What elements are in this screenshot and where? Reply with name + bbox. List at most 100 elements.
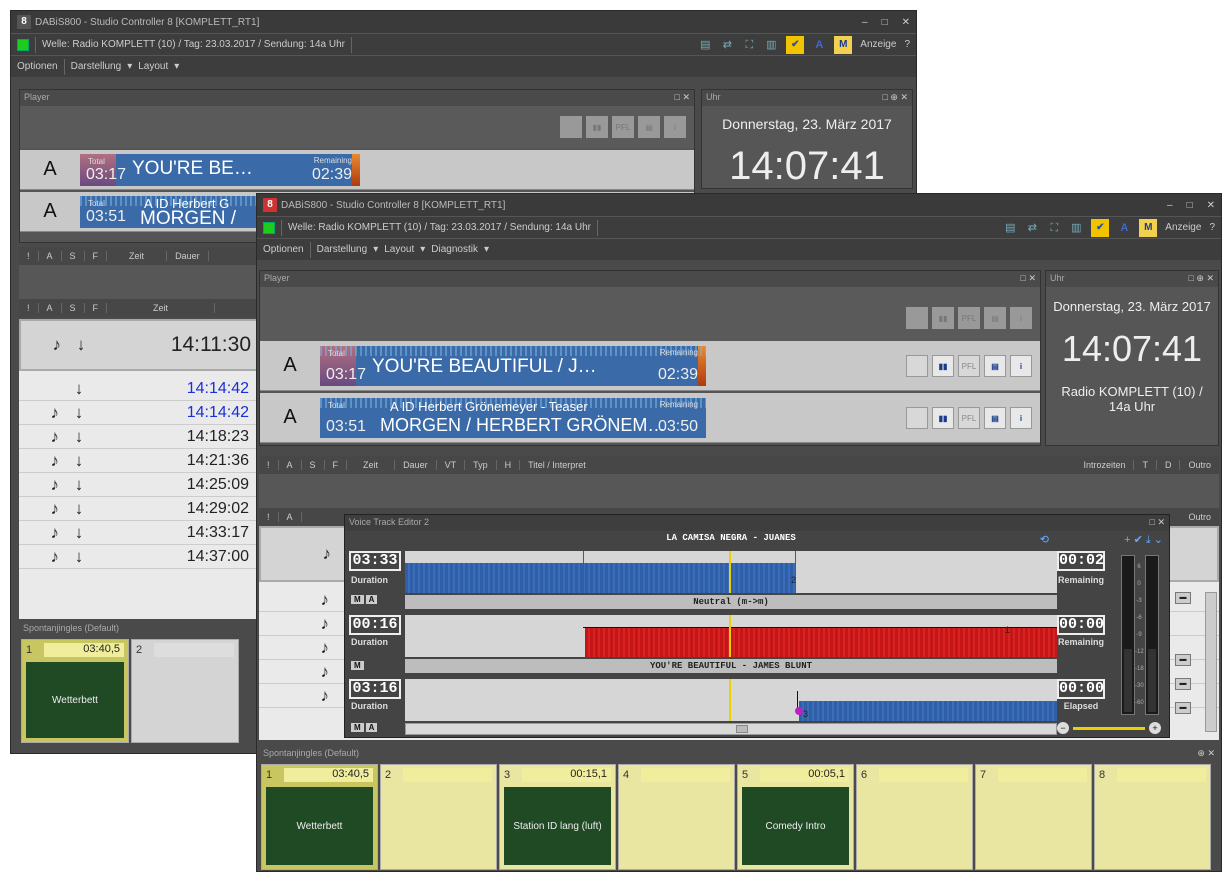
player-1-pfl-button[interactable]: PFL — [958, 354, 980, 377]
jingle-cell[interactable]: 1 03:40,5 Wetterbett — [261, 764, 378, 870]
front-player-row-2[interactable]: A Total 03:51 A ID Herbert Grönemeyer - … — [260, 393, 1040, 443]
table-row[interactable]: ♪ ↓ 14:21:36 — [19, 449, 259, 473]
jingle-cell[interactable]: 5 00:05,1 Comedy Intro — [737, 764, 854, 870]
table-row[interactable]: ♪ ↓ 14:33:17 — [19, 521, 259, 545]
menu-layout[interactable]: Layout — [138, 61, 168, 72]
player-2-list-button[interactable]: ▤ — [984, 406, 1006, 429]
player-1-list-button[interactable]: ▤ — [984, 354, 1006, 377]
close-icon[interactable]: ✕ — [902, 17, 910, 28]
back-time: 14:07:41 — [729, 144, 885, 188]
player-2-stop-button[interactable] — [906, 406, 928, 429]
anzeige-menu[interactable]: Anzeige — [860, 39, 896, 50]
player-1-info-button[interactable]: i — [1010, 354, 1032, 377]
vte-toolbar-icons[interactable]: + ✔ ⤓ ⌄ — [1124, 533, 1163, 547]
on-air-indicator[interactable] — [17, 38, 29, 51]
menu-darstellung[interactable]: Darstellung — [317, 244, 368, 255]
auto-button[interactable]: A — [365, 723, 378, 732]
window-controls: – □ ✕ — [1167, 200, 1215, 211]
row-action-button[interactable]: ▬ — [1175, 654, 1191, 666]
auto-icon[interactable]: A — [1117, 221, 1131, 235]
menu-diagnostik[interactable]: Diagnostik — [431, 244, 478, 255]
list-icon[interactable]: ▤ — [698, 38, 712, 52]
vertical-scrollbar[interactable] — [1205, 592, 1217, 732]
table-row[interactable]: ♪ ↓ 14:25:09 — [19, 473, 259, 497]
back-jingle-label: Spontanjingles (Default) — [19, 621, 259, 637]
vte-track-2-waveform[interactable]: 1 — [405, 615, 1057, 657]
vte-track-2-duration: 00:16 — [349, 615, 401, 635]
manual-icon[interactable]: M — [1139, 218, 1158, 237]
horizontal-scrollbar[interactable] — [405, 723, 1057, 735]
vte-track-3-waveform[interactable]: 3 — [405, 679, 1057, 721]
jingle-cell[interactable]: 7 — [975, 764, 1092, 870]
zoom-in-icon[interactable]: + — [1149, 722, 1161, 734]
menu-optionen[interactable]: Optionen — [17, 61, 58, 72]
big-row[interactable]: ♪ ↓ 14:11:30 — [19, 319, 259, 371]
help-menu[interactable]: ? — [1209, 222, 1215, 233]
check-icon[interactable]: ✔ — [1091, 218, 1110, 237]
mute-button[interactable]: M — [351, 661, 364, 670]
jingle-cell[interactable]: 1 03:40,5 Wetterbett — [21, 639, 129, 743]
vte-track-1-waveform[interactable]: 2 — [405, 551, 1057, 593]
minimize-icon[interactable]: – — [1167, 200, 1173, 211]
back-player-row-1[interactable]: A Total 03:17 YOU'RE BE… Remaining 02:39 — [20, 150, 694, 190]
front-player-row-1[interactable]: A Total 03:17 YOU'RE BEAUTIFUL / J… Rema… — [260, 341, 1040, 391]
player-2-info-button[interactable]: i — [1010, 406, 1032, 429]
menu-layout[interactable]: Layout — [384, 244, 414, 255]
back-menu-bar: Optionen Darstellung ▾ Layout ▾ — [11, 55, 916, 77]
mute-button[interactable]: M — [351, 595, 364, 604]
jingle-cell[interactable]: 6 — [856, 764, 973, 870]
vte-close-icon[interactable]: □ ✕ — [1150, 517, 1165, 529]
level-meter-left — [1121, 555, 1135, 715]
help-menu[interactable]: ? — [904, 39, 910, 50]
level-meter-right — [1145, 555, 1159, 715]
jingle-cell[interactable]: 3 00:15,1 Station ID lang (luft) — [499, 764, 616, 870]
jingle-cell[interactable]: 2 — [380, 764, 497, 870]
trash-icon[interactable]: ▥ — [764, 38, 778, 52]
mute-button[interactable]: M — [351, 723, 364, 732]
trash-icon[interactable]: ▥ — [1069, 221, 1083, 235]
network-icon[interactable]: ⛶ — [742, 38, 756, 52]
auto-button[interactable]: A — [365, 595, 378, 604]
back-playlist: ♪ ↓ 14:11:30 ↓ 14:14:42 ♪ ↓ 14:14:42 ♪ ↓ 14:18:… — [19, 319, 259, 619]
table-row[interactable]: ↓ 14:14:42 — [19, 377, 259, 401]
table-row[interactable]: ♪ ↓ 14:29:02 — [19, 497, 259, 521]
auto-icon[interactable]: A — [812, 38, 826, 52]
menu-darstellung[interactable]: Darstellung — [71, 61, 122, 72]
network-icon[interactable]: ⛶ — [1047, 221, 1061, 235]
player-2-pfl-button[interactable]: PFL — [958, 406, 980, 429]
on-air-indicator[interactable] — [263, 221, 275, 234]
vte-track-3-duration: 03:16 — [349, 679, 401, 699]
menu-optionen[interactable]: Optionen — [263, 244, 304, 255]
list-icon[interactable]: ▤ — [1003, 221, 1017, 235]
front-titlebar: 8 DABiS800 - Studio Controller 8 [KOMPLE… — [257, 194, 1221, 216]
app-logo-icon: 8 — [17, 15, 31, 29]
maximize-icon[interactable]: □ — [882, 17, 888, 28]
check-icon[interactable]: ✔ — [786, 35, 805, 54]
player-2-pause-button[interactable]: ▮▮ — [932, 406, 954, 429]
player-1-stop-button[interactable] — [906, 354, 928, 377]
zoom-out-icon[interactable]: − — [1057, 722, 1069, 734]
front-status-bar: Welle: Radio KOMPLETT (10) / Tag: 23.03.… — [257, 216, 1221, 238]
manual-icon[interactable]: M — [834, 35, 853, 54]
transfer-icon[interactable]: ⇄ — [720, 38, 734, 52]
row-action-button[interactable]: ▬ — [1175, 592, 1191, 604]
back-date: Donnerstag, 23. März 2017 — [722, 116, 892, 132]
jingle-cell[interactable]: 4 — [618, 764, 735, 870]
anzeige-menu[interactable]: Anzeige — [1165, 222, 1201, 233]
jingle-cell[interactable]: 8 — [1094, 764, 1211, 870]
transfer-icon[interactable]: ⇄ — [1025, 221, 1039, 235]
maximize-icon[interactable]: □ — [1187, 200, 1193, 211]
minimize-icon[interactable]: – — [862, 17, 868, 28]
close-icon[interactable]: ✕ — [1207, 200, 1215, 211]
row-action-button[interactable]: ▬ — [1175, 678, 1191, 690]
player-1-pause-button[interactable]: ▮▮ — [932, 354, 954, 377]
table-row[interactable]: ♪ ↓ 14:14:42 — [19, 401, 259, 425]
welle-info: Welle: Radio KOMPLETT (10) / Tag: 23.03.… — [288, 222, 591, 233]
table-row[interactable]: ♪ ↓ 14:18:23 — [19, 425, 259, 449]
front-grid-head-1: ! A S F Zeit Dauer VT Typ H Titel / Interpret Int… — [259, 456, 1219, 474]
row-action-button[interactable]: ▬ — [1175, 702, 1191, 714]
jingle-cell[interactable]: 2 — [131, 639, 239, 743]
undo-icon[interactable]: ⟲ — [1040, 533, 1049, 546]
zoom-slider[interactable]: − + — [1057, 721, 1161, 735]
table-row[interactable]: ♪ ↓ 14:37:00 — [19, 545, 259, 569]
